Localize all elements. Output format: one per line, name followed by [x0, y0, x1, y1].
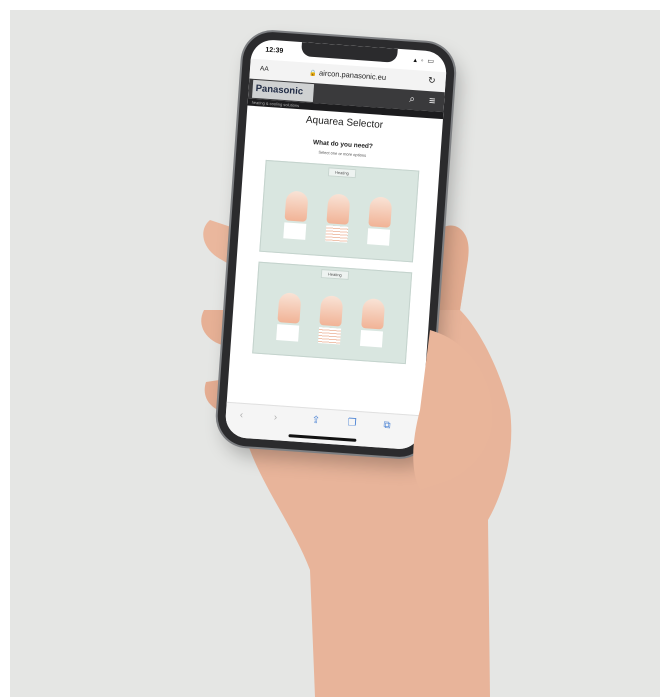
bookmarks-icon[interactable]: ❐: [347, 417, 357, 429]
heater-figure: [359, 298, 386, 348]
menu-icon[interactable]: ≡: [424, 93, 441, 110]
heater-figure: [367, 196, 393, 246]
option-card-heating[interactable]: Heating: [252, 261, 413, 365]
home-indicator[interactable]: [288, 434, 357, 442]
browser-toolbar: ‹ › ⇪ ❐ ⧉: [224, 401, 423, 451]
phone-screen: 12:39 ▴ ◦ ▭ AA 🔒 aircon.panasonic.eu ↻ Pa…: [224, 38, 448, 451]
status-time: 12:39: [265, 46, 284, 55]
tabs-icon[interactable]: ⧉: [383, 420, 391, 431]
url-text: aircon.panasonic.eu: [318, 68, 387, 83]
status-indicators: ▴ ◦ ▭: [413, 56, 436, 66]
option-label: Heating: [320, 269, 350, 280]
lock-icon: 🔒: [309, 70, 318, 78]
heater-figure: [276, 292, 302, 342]
option-card-heating[interactable]: Heating: [259, 159, 420, 263]
photo-background: 12:39 ▴ ◦ ▭ AA 🔒 aircon.panasonic.eu ↻ Pa…: [10, 10, 660, 697]
radiator-figure: [318, 295, 344, 345]
reload-icon[interactable]: ↻: [428, 75, 436, 86]
share-icon[interactable]: ⇪: [311, 415, 320, 427]
phone-device: 12:39 ▴ ◦ ▭ AA 🔒 aircon.panasonic.eu ↻ Pa…: [215, 30, 457, 459]
option-label: Heating: [327, 167, 357, 179]
back-icon[interactable]: ‹: [239, 410, 243, 421]
radiator-figure: [325, 193, 351, 243]
search-icon[interactable]: ⌕: [404, 91, 421, 108]
heater-figure: [283, 190, 309, 240]
forward-icon[interactable]: ›: [273, 412, 277, 423]
